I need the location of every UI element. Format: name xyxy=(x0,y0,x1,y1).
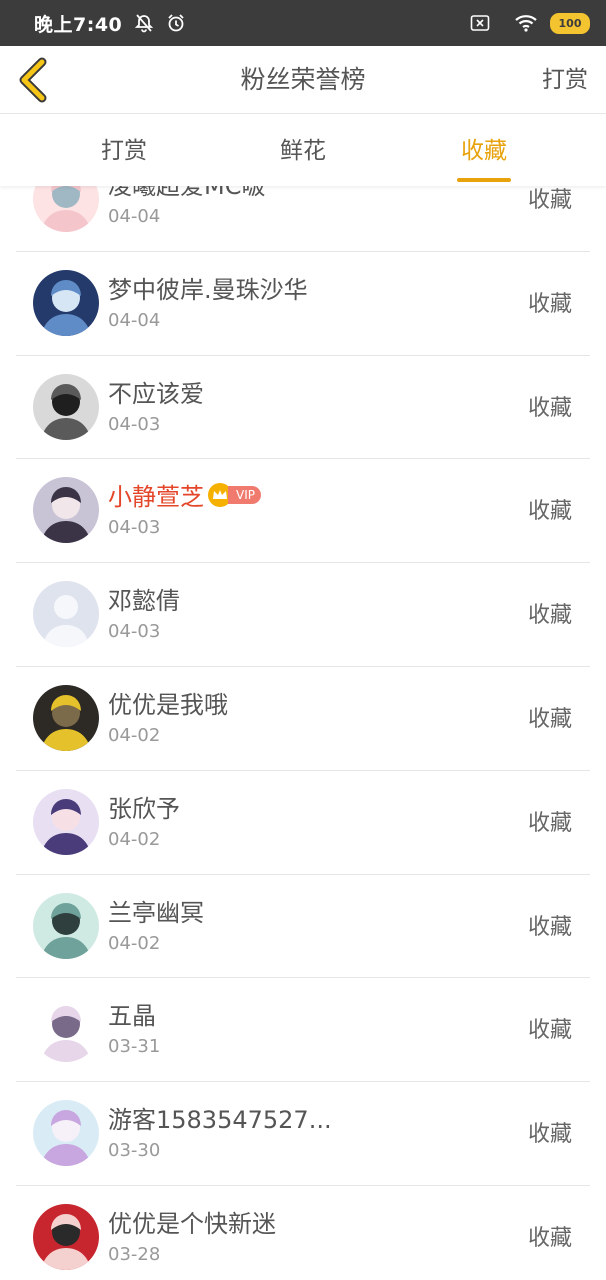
collect-label: 收藏 xyxy=(527,810,572,836)
fan-name-text: 小静萱芝 xyxy=(108,483,204,512)
avatar[interactable] xyxy=(33,373,99,440)
fan-name-text: 不应该爱 xyxy=(108,379,204,408)
vip-badge: VIP xyxy=(208,482,261,507)
collect-label: 收藏 xyxy=(527,188,572,213)
fan-name-text: 张欣予 xyxy=(108,794,180,823)
avatar[interactable] xyxy=(33,477,99,544)
fan-date: 04-04 xyxy=(108,309,161,331)
collect-label: 收藏 xyxy=(527,914,572,940)
fan-name-text: 凌曦超爱MC啵 xyxy=(108,186,266,200)
fan-name[interactable]: 兰亭幽冥 xyxy=(108,893,204,928)
fan-name[interactable]: 张欣予 xyxy=(108,789,180,824)
tab-label: 鲜花 xyxy=(280,138,326,164)
fan-date: 03-28 xyxy=(108,1243,161,1265)
status-bar: 晚上7:40 100 xyxy=(0,0,606,46)
avatar[interactable] xyxy=(33,996,99,1063)
list-item[interactable]: 凌曦超爱MC啵 04-04 收藏 xyxy=(16,186,590,252)
avatar[interactable] xyxy=(33,1203,99,1270)
avatar[interactable] xyxy=(33,892,99,959)
fan-date: 04-02 xyxy=(108,724,161,746)
fan-list[interactable]: 凌曦超爱MC啵 04-04 收藏 梦中彼岸.曼珠沙华 04-04 收藏 不应该爱 04-03 收… xyxy=(0,186,606,1280)
vip-tag: VIP xyxy=(228,485,261,504)
status-time: 晚上7:40 xyxy=(34,13,123,36)
fan-name-text: 梦中彼岸.曼珠沙华 xyxy=(108,275,308,304)
list-item[interactable]: 张欣予 04-02 收藏 xyxy=(16,771,590,875)
list-item[interactable]: 小静萱芝 VIP 04-03 收藏 xyxy=(16,459,590,564)
sim-off-icon xyxy=(470,14,490,32)
fan-date: 03-30 xyxy=(108,1140,161,1162)
fan-name[interactable]: 梦中彼岸.曼珠沙华 xyxy=(108,270,308,305)
alarm-icon xyxy=(166,13,186,33)
page-title: 粉丝荣誉榜 xyxy=(240,65,366,94)
list-item[interactable]: 梦中彼岸.曼珠沙华 04-04 收藏 xyxy=(16,252,590,356)
tab-label: 收藏 xyxy=(461,138,507,164)
list-item[interactable]: 优优是个快新迷 03-28 收藏 xyxy=(16,1186,590,1280)
fan-name[interactable]: 凌曦超爱MC啵 xyxy=(108,186,265,201)
fan-name[interactable]: 优优是我哦 xyxy=(108,685,228,720)
fan-name[interactable]: 不应该爱 xyxy=(108,374,204,409)
tab-reward[interactable]: 打赏 xyxy=(101,114,147,186)
collect-label: 收藏 xyxy=(527,395,572,421)
fan-date: 03-31 xyxy=(108,1036,161,1058)
collect-label: 收藏 xyxy=(527,1018,572,1044)
avatar[interactable] xyxy=(33,186,99,232)
tab-collect[interactable]: 收藏 xyxy=(457,114,511,186)
list-item[interactable]: 游客1583547527... 03-30 收藏 xyxy=(16,1082,590,1186)
fan-name-text: 优优是个快新迷 xyxy=(108,1209,276,1238)
fan-date: 04-03 xyxy=(108,413,161,435)
fan-name[interactable]: 优优是个快新迷 xyxy=(108,1204,276,1239)
list-item[interactable]: 五晶 03-31 收藏 xyxy=(16,978,590,1083)
fan-name[interactable]: 小静萱芝 VIP xyxy=(108,477,261,512)
collect-label: 收藏 xyxy=(527,603,572,629)
fan-name[interactable]: 五晶 xyxy=(108,996,156,1031)
mute-notification-icon xyxy=(134,13,154,33)
fan-name-text: 邓懿倩 xyxy=(108,587,180,616)
fan-date: 04-02 xyxy=(108,932,161,954)
collect-label: 收藏 xyxy=(527,1122,572,1148)
fan-date: 04-03 xyxy=(108,517,161,539)
list-item[interactable]: 优优是我哦 04-02 收藏 xyxy=(16,667,590,771)
fan-name-text: 游客1583547527... xyxy=(108,1106,332,1135)
wifi-icon xyxy=(514,14,538,32)
nav-header: 粉丝荣誉榜 打赏 xyxy=(0,46,606,114)
collect-label: 收藏 xyxy=(527,1225,572,1251)
tab-bar: 打赏 鲜花 收藏 xyxy=(0,114,606,186)
fan-date: 04-02 xyxy=(108,828,161,850)
collect-label: 收藏 xyxy=(527,706,572,732)
fan-name-text: 五晶 xyxy=(108,1002,156,1031)
tab-active-indicator xyxy=(457,178,511,182)
list-item[interactable]: 不应该爱 04-03 收藏 xyxy=(16,356,590,460)
avatar[interactable] xyxy=(33,684,99,751)
tab-flowers[interactable]: 鲜花 xyxy=(280,114,326,186)
reward-button[interactable]: 打赏 xyxy=(542,46,588,114)
battery-icon: 100 xyxy=(550,12,590,34)
fan-name-text: 兰亭幽冥 xyxy=(108,898,204,927)
tab-label: 打赏 xyxy=(101,138,147,164)
avatar[interactable] xyxy=(33,269,99,336)
avatar[interactable] xyxy=(33,581,99,648)
collect-label: 收藏 xyxy=(527,291,572,317)
fan-date: 04-04 xyxy=(108,206,161,227)
fan-name[interactable]: 邓懿倩 xyxy=(108,581,180,616)
fan-name-text: 优优是我哦 xyxy=(108,690,228,719)
avatar[interactable] xyxy=(33,1100,99,1167)
fan-name[interactable]: 游客1583547527... xyxy=(108,1100,332,1135)
list-item[interactable]: 邓懿倩 04-03 收藏 xyxy=(16,563,590,667)
list-item[interactable]: 兰亭幽冥 04-02 收藏 xyxy=(16,875,590,979)
fan-date: 04-03 xyxy=(108,621,161,643)
avatar[interactable] xyxy=(33,788,99,855)
collect-label: 收藏 xyxy=(527,499,572,525)
